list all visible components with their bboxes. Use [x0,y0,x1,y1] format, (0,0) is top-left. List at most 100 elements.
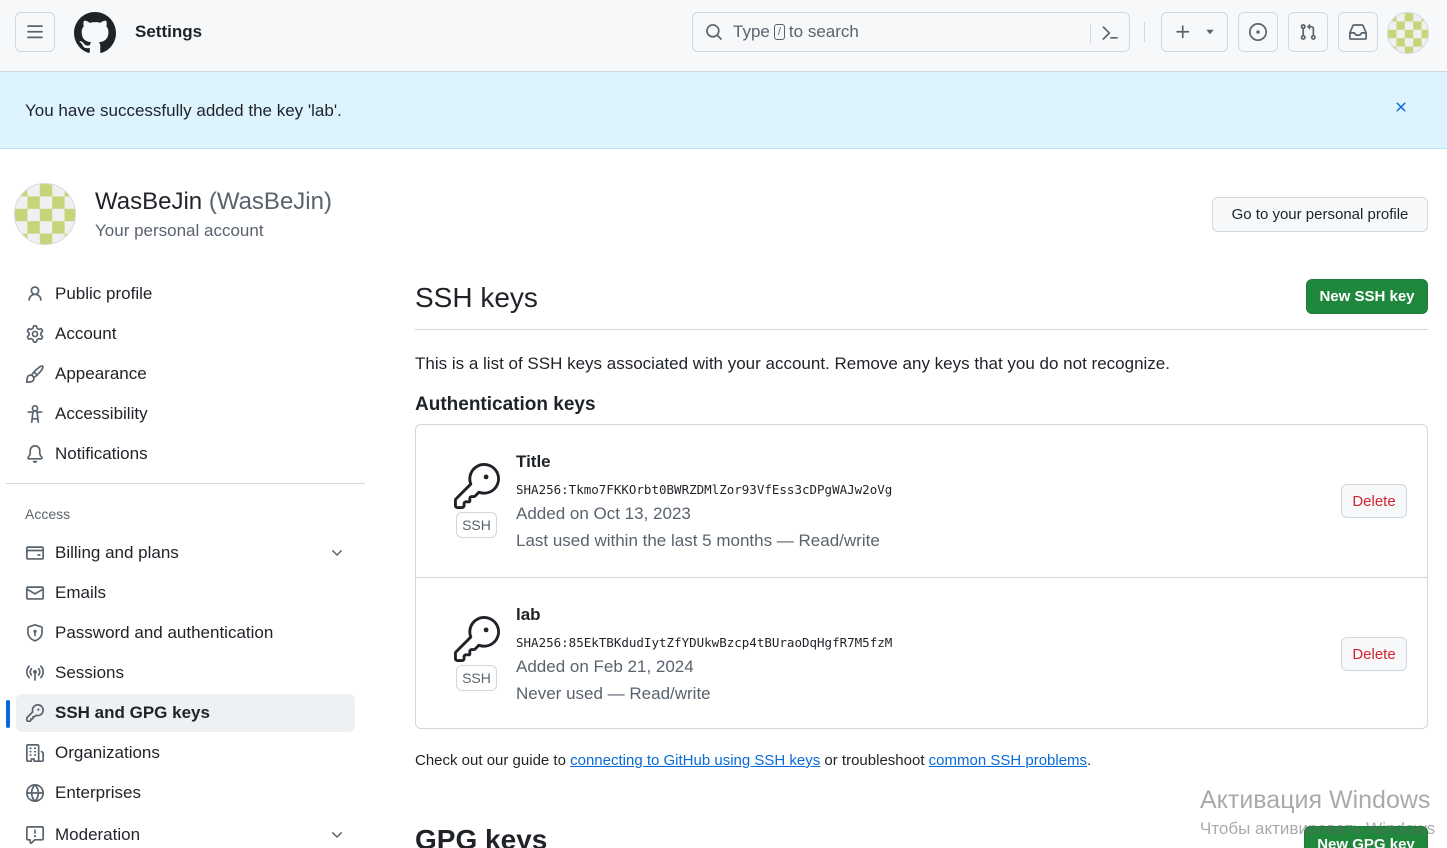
create-new-button[interactable] [1161,12,1228,52]
ssh-guide-link[interactable]: connecting to GitHub using SSH keys [570,752,820,769]
page-context-title[interactable]: Settings [135,22,202,42]
key-usage: Last used within the last 5 months — Rea… [516,531,880,550]
paintbrush-icon [25,364,45,384]
sidebar-item-account[interactable]: Account [16,315,355,353]
ssh-key-list: SSH Title SHA256:Tkmo7FKKOrbt0BWRZDMlZor… [415,424,1428,729]
sidebar-item-enterprises[interactable]: Enterprises [16,774,355,812]
sidebar-item-accessibility[interactable]: Accessibility [16,395,355,433]
account-avatar[interactable] [14,183,76,245]
sidebar-item-label: Emails [55,583,107,602]
key-added-date: Added on Oct 13, 2023 [516,504,691,523]
inbox-button[interactable] [1338,12,1378,52]
sidebar-item-ssh-gpg-keys[interactable]: SSH and GPG keys [16,694,355,732]
header-divider [1144,22,1145,42]
sidebar-section-heading: Access [25,506,71,522]
git-pull-request-icon [1300,23,1316,40]
mail-icon [25,583,45,603]
pull-requests-button[interactable] [1288,12,1328,52]
key-usage: Never used — Read/write [516,684,711,703]
github-logo-icon[interactable] [74,12,116,54]
account-handle: (WasBeJin) [208,188,332,215]
delete-key-button[interactable]: Delete [1341,484,1407,518]
key-icon [454,616,500,662]
identicon-avatar-icon [1388,13,1428,53]
sidebar-item-sessions[interactable]: Sessions [16,654,355,692]
search-divider [1090,23,1091,43]
sidebar-item-public-profile[interactable]: Public profile [16,275,355,313]
key-title: Title [516,452,551,471]
guide-text-after: . [1087,752,1092,769]
section-heading: Authentication keys [415,394,596,415]
account-display-name: WasBeJin [95,188,203,215]
sidebar-item-moderation[interactable]: Moderation [16,816,355,848]
sidebar-item-billing[interactable]: Billing and plans [16,534,355,572]
sidebar-item-label: Enterprises [55,783,141,802]
chevron-down-icon [332,550,342,556]
ssh-badge: SSH [456,665,497,691]
guide-text-middle: or troubleshoot [820,752,929,769]
windows-activation-subtext: Чтобы активировать Windows [1200,819,1436,838]
sidebar-item-label: Accessibility [55,404,148,423]
ssh-key-item: SSH lab SHA256:85EkTBKdudIytZfYDUkwBzcp4… [416,577,1427,729]
delete-key-button[interactable]: Delete [1341,637,1407,671]
plus-icon [1175,25,1189,39]
search-placeholder-after: to search [788,22,859,41]
shield-lock-icon [25,623,45,643]
organization-icon [25,743,45,763]
flash-message: You have successfully added the key 'lab… [25,101,342,120]
global-header: Settings Type / to search [0,0,1447,72]
triangle-down-icon [1205,29,1214,35]
sidebar-item-notifications[interactable]: Notifications [16,435,355,473]
sidebar-item-organizations[interactable]: Organizations [16,734,355,772]
issue-opened-icon [1249,23,1267,41]
search-input[interactable]: Type / to search [692,12,1130,52]
key-title: lab [516,605,541,624]
sidebar-item-label: Billing and plans [55,543,179,562]
search-icon [706,24,722,40]
command-palette-icon[interactable] [1101,24,1119,42]
sidebar-item-appearance[interactable]: Appearance [16,355,355,393]
sidebar-item-label: Notifications [55,444,148,463]
account-name[interactable]: WasBeJin (WasBeJin) [95,188,332,216]
user-avatar-button[interactable] [1387,12,1429,54]
sidebar-item-label: Organizations [55,743,160,762]
sidebar-item-label: Account [55,324,117,343]
sidebar-divider [6,483,365,484]
search-placeholder-before: Type [733,22,770,41]
close-icon [1396,102,1406,112]
sidebar-item-label: SSH and GPG keys [55,703,210,722]
ssh-key-item: SSH Title SHA256:Tkmo7FKKOrbt0BWRZDMlZor… [416,425,1427,577]
title-divider [415,329,1428,330]
search-shortcut-key: / [773,24,785,40]
globe-icon [25,783,45,803]
bell-icon [25,444,45,464]
flash-close-button[interactable] [1390,96,1412,118]
ssh-troubleshoot-link[interactable]: common SSH problems [929,752,1087,769]
issues-button[interactable] [1238,12,1278,52]
page-title: SSH keys [415,282,538,313]
report-icon [25,825,45,845]
success-flash-banner: You have successfully added the key 'lab… [0,72,1447,149]
inbox-icon [1349,24,1367,40]
sidebar-item-emails[interactable]: Emails [16,574,355,612]
sidebar-item-label: Sessions [55,663,124,682]
active-indicator [6,700,10,728]
guide-text-before: Check out our guide to [415,752,571,769]
sidebar-item-label: Password and authentication [55,623,274,642]
personal-profile-button[interactable]: Go to your personal profile [1212,197,1428,232]
key-icon [454,463,500,509]
sidebar-item-label: Public profile [55,284,153,303]
identicon-avatar-icon [15,184,75,244]
gpg-section-title: GPG keys [415,824,548,848]
windows-activation-watermark: Активация Windows [1200,786,1431,814]
menu-button[interactable] [15,12,55,52]
accessibility-icon [25,404,45,424]
sidebar-item-label: Moderation [55,825,141,844]
key-added-date: Added on Feb 21, 2024 [516,657,694,676]
sidebar-item-label: Appearance [55,364,147,383]
new-ssh-key-button[interactable]: New SSH key [1306,279,1428,314]
gear-icon [25,324,45,344]
sidebar-item-password-authentication[interactable]: Password and authentication [16,614,355,652]
account-subtitle: Your personal account [95,221,264,240]
person-icon [25,284,45,304]
